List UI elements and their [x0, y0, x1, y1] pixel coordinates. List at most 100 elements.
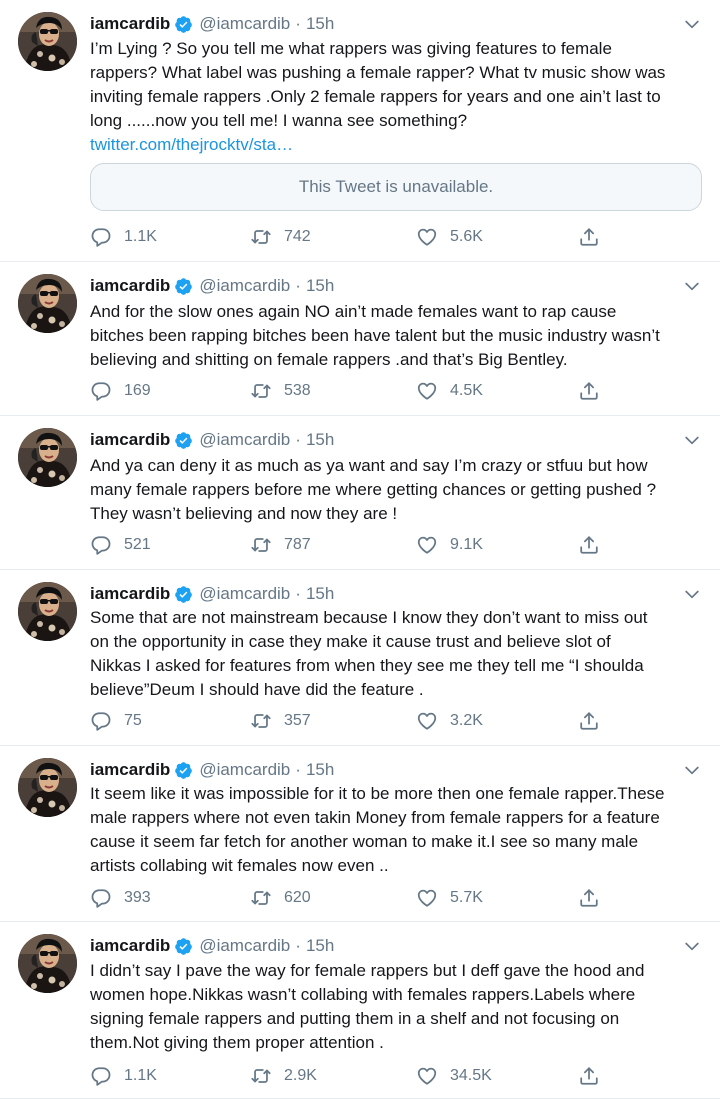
timestamp[interactable]: 15h	[306, 760, 334, 780]
timestamp[interactable]: 15h	[306, 936, 334, 956]
like-count: 3.2K	[450, 712, 483, 729]
tweet-text-line: Some that are not mainstream because I k…	[90, 608, 648, 627]
like-button[interactable]: 5.6K	[416, 224, 483, 250]
avatar[interactable]	[18, 12, 77, 71]
reply-icon	[90, 887, 124, 909]
retweet-count: 620	[284, 889, 311, 906]
share-button[interactable]	[578, 224, 600, 250]
author-handle[interactable]: @iamcardib	[199, 276, 290, 296]
verified-badge-icon	[174, 431, 193, 450]
share-button[interactable]	[578, 378, 600, 404]
tweet[interactable]: iamcardib @iamcardib · 15h And for the slow …	[0, 262, 720, 416]
share-button[interactable]	[578, 1063, 600, 1089]
share-button[interactable]	[578, 532, 600, 558]
tweet-text-line: women hope.Nikkas wasn’t collabing with …	[90, 985, 636, 1004]
share-icon	[578, 710, 600, 732]
tweet-text-line: on the opportunity in case they make it …	[90, 632, 611, 651]
like-button[interactable]: 34.5K	[416, 1063, 492, 1089]
reply-icon	[90, 1065, 124, 1087]
tweet-text-line: believe”Deum I should have did the featu…	[90, 680, 424, 699]
author-handle[interactable]: @iamcardib	[199, 14, 290, 34]
author-name[interactable]: iamcardib	[90, 936, 170, 956]
tweet-actions: 75 357 3.2K	[90, 708, 610, 734]
tweet[interactable]: iamcardib @iamcardib · 15h It seem like it w…	[0, 746, 720, 922]
tweet[interactable]: iamcardib @iamcardib · 15h Some that are not…	[0, 570, 720, 746]
timestamp[interactable]: 15h	[306, 14, 334, 34]
retweet-button[interactable]: 2.9K	[250, 1063, 317, 1089]
author-name[interactable]: iamcardib	[90, 760, 170, 780]
reply-button[interactable]: 521	[90, 532, 151, 558]
like-button[interactable]: 4.5K	[416, 378, 483, 404]
tweet[interactable]: iamcardib @iamcardib · 15h I’m Lying ? So yo…	[0, 0, 720, 262]
retweet-count: 787	[284, 536, 311, 553]
separator-dot: ·	[295, 936, 301, 955]
share-button[interactable]	[578, 885, 600, 911]
tweet-link[interactable]: twitter.com/thejrocktv/sta…	[90, 133, 702, 157]
separator-dot: ·	[295, 14, 301, 33]
retweet-button[interactable]: 742	[250, 224, 311, 250]
reply-button[interactable]: 1.1K	[90, 1063, 157, 1089]
share-icon	[578, 380, 600, 402]
timestamp[interactable]: 15h	[306, 276, 334, 296]
chevron-down-icon[interactable]	[682, 584, 702, 604]
tweet-text: I’m Lying ? So you tell me what rappers …	[90, 37, 702, 157]
tweet[interactable]: iamcardib @iamcardib · 15h And ya can deny i…	[0, 416, 720, 570]
tweet-text: Some that are not mainstream because I k…	[90, 606, 702, 702]
share-button[interactable]	[578, 708, 600, 734]
share-icon	[578, 887, 600, 909]
chevron-down-icon[interactable]	[682, 276, 702, 296]
retweet-button[interactable]: 787	[250, 532, 311, 558]
tweet-text-line: rappers? What label was pushing a female…	[90, 63, 666, 82]
tweet-header: iamcardib @iamcardib · 15h	[90, 12, 334, 36]
retweet-button[interactable]: 538	[250, 378, 311, 404]
reply-icon	[90, 380, 124, 402]
heart-icon	[416, 380, 450, 402]
reply-count: 169	[124, 382, 151, 399]
chevron-down-icon[interactable]	[682, 14, 702, 34]
timestamp[interactable]: 15h	[306, 584, 334, 604]
reply-button[interactable]: 1.1K	[90, 224, 157, 250]
avatar[interactable]	[18, 758, 77, 817]
author-handle[interactable]: @iamcardib	[199, 430, 290, 450]
verified-badge-icon	[174, 761, 193, 780]
author-name[interactable]: iamcardib	[90, 430, 170, 450]
separator-dot: ·	[295, 276, 301, 295]
verified-badge-icon	[174, 15, 193, 34]
tweet-header: iamcardib @iamcardib · 15h	[90, 274, 334, 298]
author-handle[interactable]: @iamcardib	[199, 936, 290, 956]
author-name[interactable]: iamcardib	[90, 584, 170, 604]
verified-badge-icon	[174, 937, 193, 956]
avatar[interactable]	[18, 274, 77, 333]
reply-button[interactable]: 75	[90, 708, 142, 734]
retweet-icon	[250, 226, 284, 248]
chevron-down-icon[interactable]	[682, 936, 702, 956]
chevron-down-icon[interactable]	[682, 760, 702, 780]
heart-icon	[416, 887, 450, 909]
reply-button[interactable]: 169	[90, 378, 151, 404]
reply-count: 1.1K	[124, 228, 157, 245]
retweet-button[interactable]: 620	[250, 885, 311, 911]
tweet-text-line: believing and shitting on female rappers…	[90, 350, 568, 369]
reply-button[interactable]: 393	[90, 885, 151, 911]
avatar[interactable]	[18, 934, 77, 993]
author-name[interactable]: iamcardib	[90, 14, 170, 34]
like-button[interactable]: 9.1K	[416, 532, 483, 558]
separator-dot: ·	[295, 760, 301, 779]
avatar[interactable]	[18, 582, 77, 641]
author-name[interactable]: iamcardib	[90, 276, 170, 296]
author-handle[interactable]: @iamcardib	[199, 760, 290, 780]
timestamp[interactable]: 15h	[306, 430, 334, 450]
retweet-icon	[250, 534, 284, 556]
tweet-text: It seem like it was impossible for it to…	[90, 782, 702, 878]
chevron-down-icon[interactable]	[682, 430, 702, 450]
tweet[interactable]: iamcardib @iamcardib · 15h I didn’t say I pa…	[0, 922, 720, 1099]
like-button[interactable]: 5.7K	[416, 885, 483, 911]
tweet-actions: 521 787 9.1K	[90, 532, 610, 558]
retweet-button[interactable]: 357	[250, 708, 311, 734]
retweet-icon	[250, 710, 284, 732]
like-button[interactable]: 3.2K	[416, 708, 483, 734]
avatar[interactable]	[18, 428, 77, 487]
separator-dot: ·	[295, 584, 301, 603]
author-handle[interactable]: @iamcardib	[199, 584, 290, 604]
tweet-text: And ya can deny it as much as ya want an…	[90, 454, 702, 526]
